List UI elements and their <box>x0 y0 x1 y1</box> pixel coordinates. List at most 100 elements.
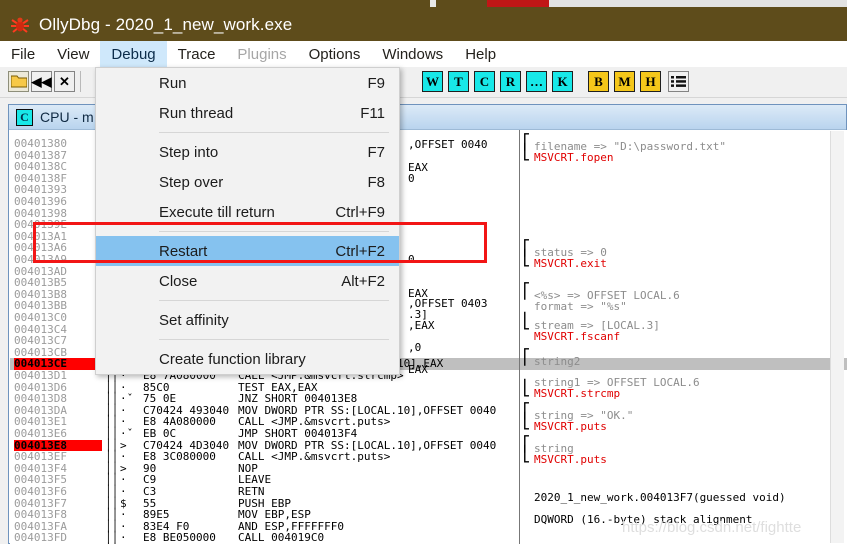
comment-text: MSVCRT.exit <box>534 257 607 270</box>
menu-plugins: Plugins <box>237 45 287 63</box>
menu-item-label: Execute till return <box>159 203 275 221</box>
handles-button[interactable]: H <box>640 71 661 92</box>
row-hexdump: C9 <box>143 473 157 487</box>
comment-text: MSVCRT.puts <box>534 453 607 466</box>
row-instruction: JMP SHORT 004013F4 <box>238 427 358 440</box>
menu-trace[interactable]: Trace <box>167 41 227 67</box>
more-button[interactable]: … <box>526 71 547 92</box>
row-hexdump: C3 <box>143 485 157 498</box>
menu-item-step-into[interactable]: Step into F7 <box>96 137 399 167</box>
options-list-button[interactable] <box>668 71 689 92</box>
open-file-button[interactable] <box>8 71 29 92</box>
menu-item-set-affinity[interactable]: Set affinity <box>96 305 399 335</box>
cpu-button[interactable]: C <box>474 71 495 92</box>
menu-item-create-function-library[interactable]: Create function library <box>96 344 399 374</box>
row-marker: ·ˇ <box>120 427 134 440</box>
menu-item-accelerator: F7 <box>367 143 385 161</box>
comment-bracket: ⎡ <box>522 348 532 366</box>
menu-item-accelerator: Alt+F2 <box>341 272 385 290</box>
row-address: 004013F6 <box>14 485 67 498</box>
comment-text: format => "%s" <box>534 300 627 313</box>
toolbar-separator-1 <box>80 71 81 92</box>
row-instruction-fragment: 0 <box>408 172 415 185</box>
comment-text: string2 <box>534 355 581 368</box>
menu-item-label: Run <box>159 74 187 92</box>
comment-bracket: ⎣ <box>522 249 532 267</box>
menu-item-close[interactable]: Close Alt+F2 <box>96 266 399 296</box>
menu-file[interactable]: File <box>0 41 46 67</box>
row-marker: · <box>120 485 127 498</box>
comment-bracket: ⎣ <box>522 445 532 463</box>
row-address: 00401396 <box>14 195 67 208</box>
menu-item-run[interactable]: Run F9 <box>96 68 399 98</box>
menu-item-label: Step over <box>159 173 224 191</box>
row-hexdump: EB 0C <box>143 427 177 440</box>
watermark: https://blog.csdn.net/fightte <box>622 519 802 536</box>
menu-item-run-thread[interactable]: Run thread F11 <box>96 98 399 128</box>
menu-options[interactable]: Options <box>298 41 372 67</box>
row-hexdump: E8 3C080000 <box>143 450 216 464</box>
row-address: 004013A9 <box>14 253 67 266</box>
menu-separator <box>159 231 389 232</box>
row-instruction-fragment: EAX <box>408 363 428 376</box>
outer-window-close-button[interactable] <box>487 0 549 7</box>
row-instruction-fragment: ,0 <box>408 341 422 354</box>
disassembly-scrollbar[interactable] <box>830 131 844 543</box>
menu-bar: File View Debug Trace Plugins Options Wi… <box>0 41 847 67</box>
stack-button[interactable]: K <box>552 71 573 92</box>
menu-item-accelerator: F9 <box>367 74 385 92</box>
menu-separator <box>159 300 389 301</box>
cpu-window-title: CPU - m <box>40 109 94 125</box>
row-address: 00401380 <box>14 137 67 150</box>
menu-item-step-over[interactable]: Step over F8 <box>96 167 399 197</box>
menu-item-label: Close <box>159 272 198 290</box>
outer-window-strip <box>0 0 847 8</box>
comment-text: 2020_1_new_work.004013F7(guessed void) <box>534 491 786 504</box>
row-gutter: ││ <box>105 485 119 498</box>
debug-dropdown-menu[interactable]: Run F9 Run thread F11 Step into F7 Step over F8… <box>95 67 400 375</box>
menu-item-label: Create function library <box>159 350 306 368</box>
bug-icon <box>9 15 31 35</box>
comment-bracket: ⎡ <box>522 282 532 300</box>
title-bar: OllyDbg - 2020_1_new_work.exe <box>0 8 847 41</box>
row-address: 004013C0 <box>14 311 67 324</box>
comment-bracket: ⎣ <box>522 379 532 397</box>
row-address: 004013D1 <box>14 369 67 382</box>
row-address: 004013E6 <box>14 427 67 440</box>
row-gutter: ││ <box>105 427 119 440</box>
row-instruction: CALL <JMP.&msvcrt.puts> <box>238 450 391 464</box>
menu-item-accelerator: Ctrl+F2 <box>335 242 385 260</box>
comment-bracket: ⎣ <box>522 143 532 161</box>
run-trace-button[interactable]: R <box>500 71 521 92</box>
menu-item-restart[interactable]: Restart Ctrl+F2 <box>96 236 399 266</box>
menu-item-label: Set affinity <box>159 311 229 329</box>
menu-help[interactable]: Help <box>454 41 507 67</box>
menu-item-label: Restart <box>159 242 208 260</box>
menu-item-execute-till-return[interactable]: Execute till return Ctrl+F9 <box>96 197 399 227</box>
menu-separator <box>159 132 389 133</box>
comment-text: MSVCRT.fopen <box>534 151 614 164</box>
menu-windows[interactable]: Windows <box>371 41 454 67</box>
memory-button[interactable]: M <box>614 71 635 92</box>
menu-item-accelerator: F8 <box>367 173 385 191</box>
comment-text: MSVCRT.fscanf <box>534 330 621 343</box>
threads-button[interactable]: T <box>448 71 469 92</box>
row-instruction-fragment: 0 <box>408 253 415 266</box>
row-hexdump: 90 <box>143 461 157 475</box>
ollydbg-app-window: OllyDbg - 2020_1_new_work.exe File View … <box>0 0 847 544</box>
comment-bracket: ⎣ <box>522 412 532 430</box>
outer-window-sliver <box>430 0 436 7</box>
window-title: OllyDbg - 2020_1_new_work.exe <box>39 14 293 34</box>
row-instruction-fragment: ,OFFSET 0040 <box>408 138 488 151</box>
comment-pane[interactable]: ⎡ ⎣ ⎡ ⎣ ⎡ ⎣ ⎡ ⎣ ⎡ ⎣ ⎡ ⎣ filename => "D:\password.txt… <box>519 130 847 544</box>
close-button[interactable]: ✕ <box>54 71 75 92</box>
menu-view[interactable]: View <box>46 41 100 67</box>
outer-window-bar <box>549 0 847 7</box>
window-button[interactable]: W <box>422 71 443 92</box>
menu-item-label: Run thread <box>159 104 234 122</box>
cpu-icon: C <box>16 108 33 126</box>
row-instruction-fragment: ,EAX <box>408 319 435 332</box>
breakpoints-button[interactable]: B <box>588 71 609 92</box>
menu-debug[interactable]: Debug <box>100 41 167 67</box>
rewind-button[interactable]: ◀◀ <box>31 71 52 92</box>
